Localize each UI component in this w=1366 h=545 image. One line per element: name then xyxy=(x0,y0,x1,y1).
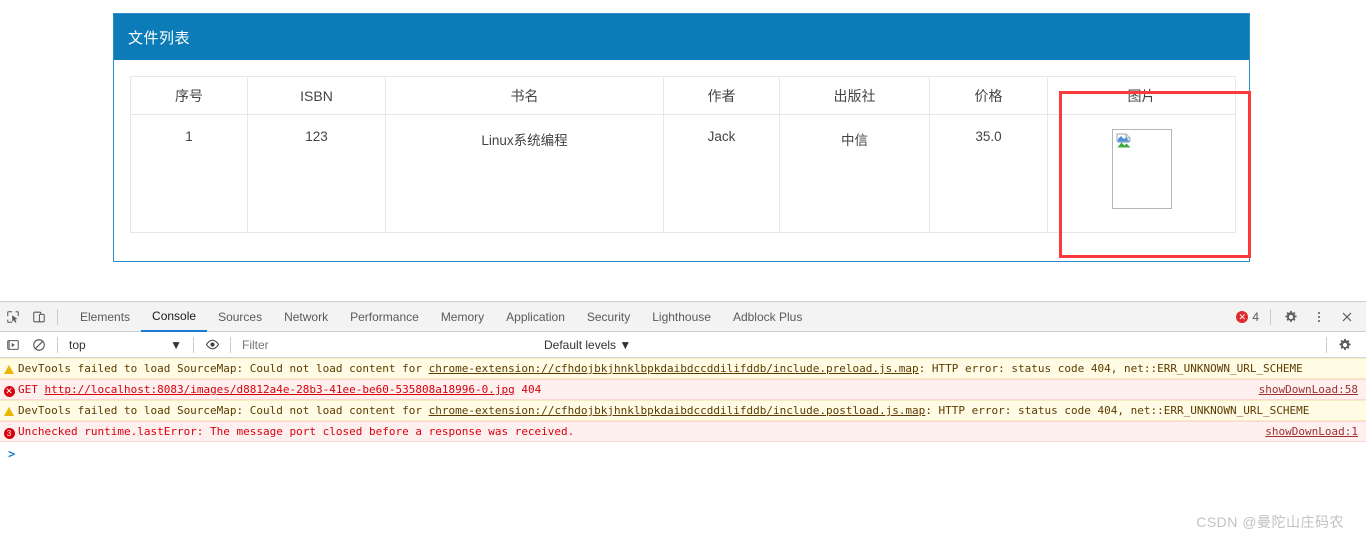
error-count-label: 4 xyxy=(1252,310,1259,324)
settings-gear-icon[interactable] xyxy=(1278,304,1304,330)
repeat-count-badge: 3 xyxy=(3,428,15,439)
cell-index: 1 xyxy=(130,114,248,233)
error-icon: ✕ xyxy=(3,386,15,397)
cell-price: 35.0 xyxy=(929,114,1048,233)
warning-icon xyxy=(0,361,18,376)
more-options-icon[interactable] xyxy=(1306,304,1332,330)
console-message-text: DevTools failed to load SourceMap: Could… xyxy=(18,361,1366,376)
sourcemap-link-2[interactable]: chrome-extension://cfhdojbkjhnklbpkdaibd… xyxy=(429,404,926,417)
error-count-icon: 3 xyxy=(0,424,18,439)
column-header-bookname: 书名 xyxy=(385,76,664,115)
tab-application[interactable]: Application xyxy=(495,302,576,332)
log-levels-dropdown[interactable]: Default levels ▼ xyxy=(544,338,631,352)
live-expression-icon[interactable] xyxy=(199,332,225,358)
console-message-text-get: GET http://localhost:8083/images/d8812a4… xyxy=(18,382,1366,397)
file-list-card: 文件列表 序号 ISBN 书名 作者 出版社 价格 图片 1 123 Linux… xyxy=(113,13,1250,262)
console-filter-bar: top ▼ Default levels ▼ xyxy=(0,332,1366,358)
warn-text-after: : HTTP error: status code 404, net::ERR_… xyxy=(918,362,1303,375)
tab-lighthouse[interactable]: Lighthouse xyxy=(641,302,722,332)
table-row: 1 123 Linux系统编程 Jack 中信 35.0 xyxy=(130,114,1236,233)
devtools-tab-list: Elements Console Sources Network Perform… xyxy=(69,302,813,332)
close-icon[interactable] xyxy=(1334,304,1360,330)
cell-image xyxy=(1047,114,1236,233)
file-list-table: 序号 ISBN 书名 作者 出版社 价格 图片 1 123 Linux系统编程 … xyxy=(130,76,1236,233)
inspect-element-icon[interactable] xyxy=(0,304,26,330)
table-header-row: 序号 ISBN 书名 作者 出版社 价格 图片 xyxy=(130,76,1236,115)
console-message-text-2: DevTools failed to load SourceMap: Could… xyxy=(18,403,1366,418)
tab-console[interactable]: Console xyxy=(141,302,208,332)
filterbar-divider-3 xyxy=(230,336,231,353)
card-header: 文件列表 xyxy=(114,14,1249,60)
broken-image-frame xyxy=(1111,129,1172,209)
filterbar-divider-1 xyxy=(57,336,58,353)
tab-network[interactable]: Network xyxy=(273,302,339,332)
log-levels-label: Default levels xyxy=(544,337,617,352)
chevron-down-icon: ▼ xyxy=(170,337,182,352)
devtools-panel: Elements Console Sources Network Perform… xyxy=(0,301,1366,545)
error-count-badge[interactable]: ✕ 4 xyxy=(1236,310,1259,324)
sourcemap-link[interactable]: chrome-extension://cfhdojbkjhnklbpkdaibd… xyxy=(429,362,919,375)
message-source-link[interactable]: showDownLoad:58 xyxy=(1259,382,1358,397)
column-header-image: 图片 xyxy=(1047,76,1236,115)
message-source-link-2[interactable]: showDownLoad:1 xyxy=(1265,424,1358,439)
warn2-text-before: DevTools failed to load SourceMap: Could… xyxy=(18,404,429,417)
request-url-link[interactable]: http://localhost:8083/images/d8812a4e-28… xyxy=(45,383,515,396)
tab-sources[interactable]: Sources xyxy=(207,302,273,332)
column-header-publisher: 出版社 xyxy=(779,76,930,115)
console-message-warning-postload[interactable]: DevTools failed to load SourceMap: Could… xyxy=(0,400,1366,421)
screenshot-root: 文件列表 序号 ISBN 书名 作者 出版社 价格 图片 1 123 Linux… xyxy=(0,0,1366,545)
execution-context-select[interactable]: top ▼ xyxy=(63,338,188,352)
column-header-price: 价格 xyxy=(929,76,1048,115)
clear-console-icon[interactable] xyxy=(26,332,52,358)
cell-publisher: 中信 xyxy=(779,114,930,233)
cell-isbn: 123 xyxy=(247,114,386,233)
warning-icon-2 xyxy=(0,403,18,418)
error-dot-icon: ✕ xyxy=(1236,311,1249,323)
console-message-warning-preload[interactable]: DevTools failed to load SourceMap: Could… xyxy=(0,358,1366,379)
console-prompt-arrow-icon: > xyxy=(8,447,16,461)
tab-adblock-plus[interactable]: Adblock Plus xyxy=(722,302,813,332)
console-prompt-row[interactable]: > xyxy=(0,442,1366,466)
card-body: 序号 ISBN 书名 作者 出版社 价格 图片 1 123 Linux系统编程 … xyxy=(114,60,1249,233)
column-header-author: 作者 xyxy=(663,76,780,115)
tab-memory[interactable]: Memory xyxy=(430,302,495,332)
http-method-label: GET xyxy=(18,383,38,396)
broken-image-icon xyxy=(1116,133,1130,148)
console-filter-input[interactable] xyxy=(236,337,538,352)
console-message-list: DevTools failed to load SourceMap: Could… xyxy=(0,358,1366,466)
execute-icon[interactable] xyxy=(0,332,26,358)
warn-text-before: DevTools failed to load SourceMap: Could… xyxy=(18,362,429,375)
toolbar-divider xyxy=(57,308,58,325)
devtools-tabbar-right: ✕ 4 xyxy=(1236,302,1360,332)
browser-page-area: 文件列表 序号 ISBN 书名 作者 出版社 价格 图片 1 123 Linux… xyxy=(0,0,1366,301)
devtools-tabbar: Elements Console Sources Network Perform… xyxy=(0,302,1366,332)
chevron-down-icon-levels: ▼ xyxy=(619,337,632,352)
filterbar-divider-4 xyxy=(1326,337,1327,353)
filterbar-right xyxy=(1321,332,1358,358)
page-title: 文件列表 xyxy=(128,29,191,47)
cell-author: Jack xyxy=(663,114,780,233)
cell-bookname: Linux系统编程 xyxy=(385,114,664,233)
console-settings-icon[interactable] xyxy=(1332,332,1358,358)
column-header-index: 序号 xyxy=(130,76,248,115)
tab-security[interactable]: Security xyxy=(576,302,641,332)
execution-context-value: top xyxy=(69,337,86,352)
device-toolbar-icon[interactable] xyxy=(26,304,52,330)
http-status-label: 404 xyxy=(521,383,542,396)
console-message-error-get-404[interactable]: ✕ GET http://localhost:8083/images/d8812… xyxy=(0,379,1366,400)
toolbar-divider-right xyxy=(1270,309,1271,325)
filterbar-divider-2 xyxy=(193,336,194,353)
console-message-text-3: Unchecked runtime.lastError: The message… xyxy=(18,425,575,438)
warn2-text-after: : HTTP error: status code 404, net::ERR_… xyxy=(925,404,1310,417)
console-message-error-runtime[interactable]: 3 Unchecked runtime.lastError: The messa… xyxy=(0,421,1366,442)
csdn-watermark: CSDN @曼陀山庄码农 xyxy=(1196,514,1344,530)
tab-performance[interactable]: Performance xyxy=(339,302,430,332)
tab-elements[interactable]: Elements xyxy=(69,302,141,332)
column-header-isbn: ISBN xyxy=(247,76,386,115)
